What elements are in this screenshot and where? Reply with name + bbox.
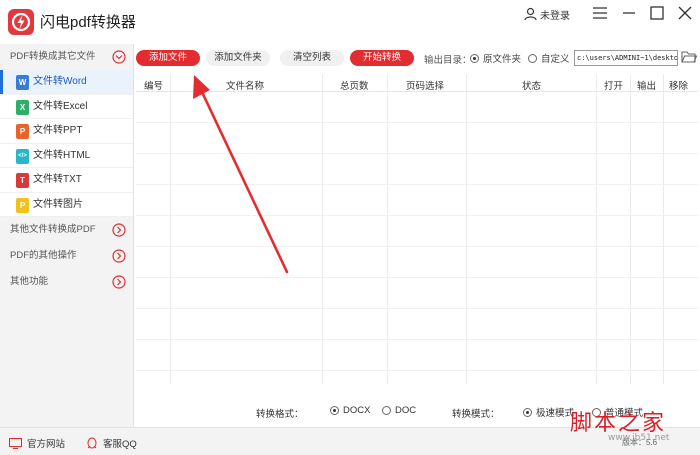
sidebar-item-to-html[interactable]: </> 文件转HTML bbox=[0, 143, 133, 168]
column-header-remove: 移除 bbox=[669, 81, 689, 92]
sidebar-item-label: 文件转HTML bbox=[33, 149, 91, 161]
word-icon: W bbox=[16, 75, 29, 90]
official-website-label: 官方网站 bbox=[27, 439, 66, 450]
sidebar-item-label: 文件转Word bbox=[33, 76, 87, 87]
title-bar: 闪电pdf转换器 未登录 bbox=[0, 0, 700, 44]
official-website-link[interactable]: 官方网站 bbox=[9, 436, 65, 450]
maximize-button[interactable] bbox=[648, 5, 666, 21]
sidebar-group-pdf-other-ops[interactable]: PDF的其他操作 bbox=[0, 243, 133, 269]
menu-button[interactable] bbox=[591, 5, 609, 21]
sidebar-group-pdf-to-other[interactable]: PDF转换成其它文件 bbox=[0, 44, 133, 70]
radio-label: 原文件夹 bbox=[483, 54, 522, 65]
add-folder-button[interactable]: 添加文件夹 bbox=[206, 50, 270, 66]
column-header-open: 打开 bbox=[604, 81, 624, 92]
sidebar-item-label: 文件转图片 bbox=[33, 198, 83, 210]
close-icon bbox=[678, 6, 692, 20]
customer-service-qq-link[interactable]: 客服QQ bbox=[86, 436, 137, 450]
format-label: 转换格式： bbox=[256, 409, 304, 420]
chevron-right-icon bbox=[112, 223, 126, 237]
sidebar-item-to-word[interactable]: W 文件转Word bbox=[0, 70, 133, 95]
sidebar-item-to-ppt[interactable]: P 文件转PPT bbox=[0, 119, 133, 144]
monitor-icon bbox=[9, 437, 22, 449]
sidebar: PDF转换成其它文件 W 文件转Word X 文件转Excel P 文件转PPT… bbox=[0, 44, 134, 427]
close-button[interactable] bbox=[676, 5, 694, 21]
sidebar-group-label: 其他功能 bbox=[10, 276, 49, 287]
radio-selected-icon bbox=[330, 406, 339, 415]
table-body bbox=[136, 92, 698, 384]
start-convert-button[interactable]: 开始转换 bbox=[350, 50, 414, 66]
clear-list-button[interactable]: 清空列表 bbox=[280, 50, 344, 66]
format-docx-radio[interactable]: DOCX bbox=[330, 405, 370, 416]
maximize-icon bbox=[650, 6, 664, 20]
sidebar-item-to-excel[interactable]: X 文件转Excel bbox=[0, 94, 133, 119]
column-header-page-select: 页码选择 bbox=[406, 81, 445, 92]
column-header-status: 状态 bbox=[522, 81, 542, 92]
watermark: 脚本之家 www.jb51.net bbox=[570, 405, 695, 450]
user-icon bbox=[524, 7, 537, 21]
add-file-button[interactable]: 添加文件 bbox=[136, 50, 200, 66]
output-dir-label: 输出目录： bbox=[424, 55, 472, 66]
table-header: 编号 文件名称 总页数 页码选择 状态 打开 输出 移除 bbox=[136, 74, 698, 92]
format-doc-radio[interactable]: DOC bbox=[382, 405, 416, 416]
column-header-output: 输出 bbox=[637, 81, 657, 92]
folder-icon bbox=[681, 51, 698, 63]
sidebar-group-label: PDF的其他操作 bbox=[10, 250, 77, 261]
user-status-label: 未登录 bbox=[540, 10, 570, 22]
app-title: 闪电pdf转换器 bbox=[40, 14, 136, 31]
column-header-index: 编号 bbox=[144, 81, 164, 92]
radio-label: 极速模式 bbox=[536, 408, 575, 419]
output-custom-radio[interactable]: 自定义 bbox=[528, 51, 570, 65]
sidebar-item-label: 文件转Excel bbox=[33, 100, 88, 112]
radio-selected-icon bbox=[523, 407, 532, 417]
qq-icon bbox=[87, 437, 97, 448]
output-path-input[interactable] bbox=[574, 50, 678, 66]
sidebar-item-to-txt[interactable]: T 文件转TXT bbox=[0, 168, 133, 193]
login-button[interactable]: 未登录 bbox=[524, 6, 570, 22]
sidebar-item-label: 文件转PPT bbox=[33, 125, 83, 136]
minimize-button[interactable] bbox=[620, 5, 638, 21]
sidebar-item-to-image[interactable]: P 文件转图片 bbox=[0, 192, 133, 217]
toolbar: 添加文件 添加文件夹 清空列表 开始转换 输出目录： 原文件夹 自定义 bbox=[134, 44, 700, 74]
watermark-url: www.jb51.net bbox=[608, 433, 670, 443]
radio-label: DOCX bbox=[343, 405, 371, 416]
sidebar-item-label: 文件转TXT bbox=[33, 174, 82, 185]
radio-unselected-icon bbox=[528, 53, 537, 63]
radio-selected-icon bbox=[470, 53, 479, 63]
chevron-right-icon bbox=[112, 275, 126, 289]
sidebar-group-label: 其他文件转换成PDF bbox=[10, 224, 96, 235]
ppt-icon: P bbox=[16, 124, 29, 139]
excel-icon: X bbox=[16, 99, 29, 115]
sidebar-group-label: PDF转换成其它文件 bbox=[10, 51, 96, 62]
sidebar-group-other-functions[interactable]: 其他功能 bbox=[0, 269, 133, 295]
column-header-pages: 总页数 bbox=[340, 81, 369, 92]
radio-unselected-icon bbox=[382, 406, 391, 415]
mode-fast-radio[interactable]: 极速模式 bbox=[523, 405, 574, 419]
radio-label: DOC bbox=[395, 405, 417, 416]
minimize-icon bbox=[623, 12, 635, 14]
radio-label: 自定义 bbox=[541, 54, 570, 65]
output-original-folder-radio[interactable]: 原文件夹 bbox=[470, 51, 521, 65]
chevron-right-icon bbox=[112, 249, 126, 263]
customer-service-label: 客服QQ bbox=[103, 439, 137, 450]
sidebar-group-other-to-pdf[interactable]: 其他文件转换成PDF bbox=[0, 217, 133, 243]
image-icon: P bbox=[16, 197, 29, 213]
column-header-filename: 文件名称 bbox=[226, 81, 265, 92]
menu-icon bbox=[593, 7, 607, 19]
file-table: 编号 文件名称 总页数 页码选择 状态 打开 输出 移除 bbox=[136, 74, 698, 384]
txt-icon: T bbox=[16, 173, 29, 188]
chevron-down-icon bbox=[112, 50, 126, 64]
html-icon: </> bbox=[16, 148, 29, 164]
browse-folder-button[interactable] bbox=[681, 50, 698, 64]
mode-label: 转换模式： bbox=[452, 409, 500, 420]
app-logo-icon bbox=[8, 9, 34, 35]
